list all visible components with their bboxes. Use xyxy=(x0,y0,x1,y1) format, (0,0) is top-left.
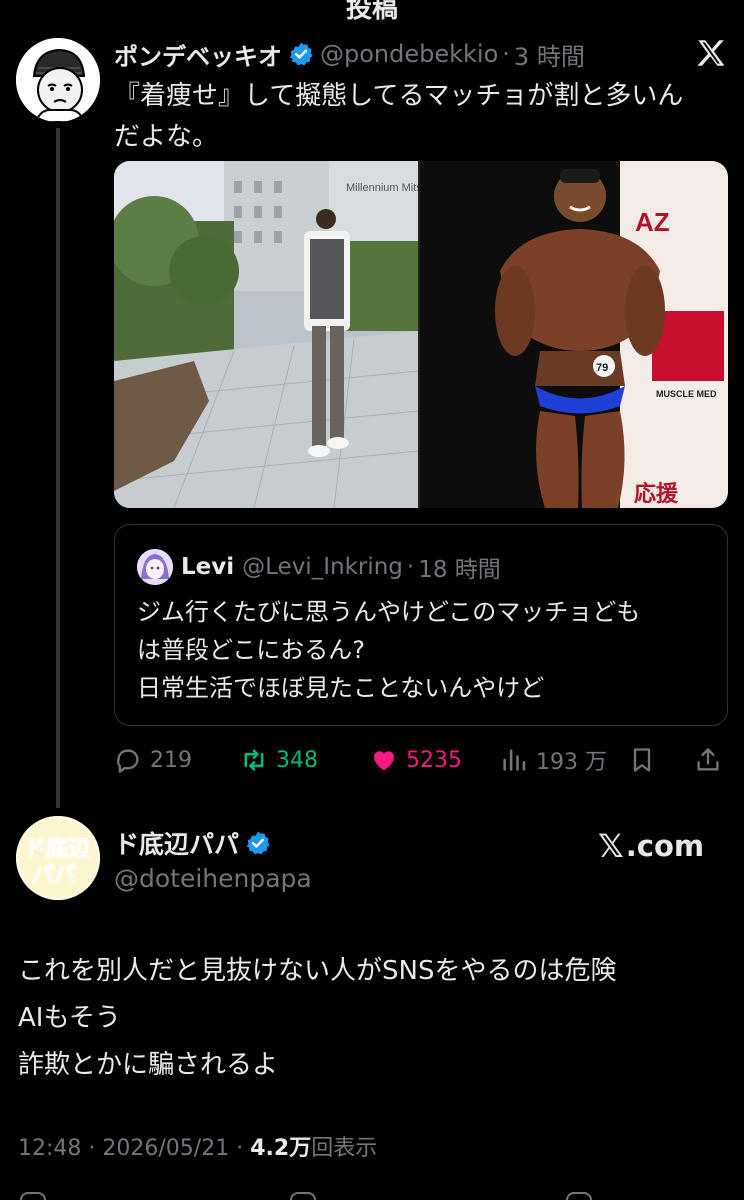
street-photo[interactable]: Millennium Mits xyxy=(114,161,418,508)
source-domain: .com xyxy=(625,829,705,863)
view-count: 193 万 xyxy=(536,750,607,775)
tweet-text: これを別人だと見抜けない人がSNSをやるのは危険 AIもそう 詐欺とかに騙される… xyxy=(18,948,730,1089)
number-badge: 79 xyxy=(596,362,608,374)
separator-dot: · xyxy=(502,40,510,68)
x-logo-icon: 𝕏 xyxy=(598,827,624,865)
handle[interactable]: @pondebekkio xyxy=(320,40,498,68)
avatar-illustration xyxy=(16,38,100,122)
x-logo-icon xyxy=(697,40,725,66)
quoted-display-name[interactable]: Levi xyxy=(181,554,234,580)
display-name[interactable]: ポンデベッキオ xyxy=(114,37,282,72)
banner-brand-top: AZ xyxy=(635,207,670,237)
cutoff-icon xyxy=(290,1192,316,1200)
tweet-text-line: 『着痩せ』して擬態してるマッチョが割と多いん xyxy=(114,81,684,111)
reply-button[interactable]: 219 xyxy=(114,740,192,780)
avatar[interactable] xyxy=(16,38,100,122)
quoted-text-line: ジム行くたびに思うんやけどこのマッチョども xyxy=(137,598,641,626)
post-time[interactable]: 12:48 xyxy=(18,1136,81,1161)
share-button[interactable] xyxy=(694,740,730,780)
quoted-tweet[interactable]: Levi @Levi_Inkring · 18 時間 ジム行くたびに思うんやけど… xyxy=(114,524,728,726)
quoted-text-line: 日常生活でほぼ見たことないんやけど xyxy=(137,674,545,702)
repost-button[interactable]: 348 xyxy=(240,740,318,780)
handle[interactable]: @doteihenpapa xyxy=(114,864,312,893)
banner-brand-bottom: 応援 xyxy=(634,481,679,507)
views-chart-icon xyxy=(503,749,526,771)
avatar[interactable]: ド底辺 パパ xyxy=(16,816,100,900)
timestamp[interactable]: 3 時間 xyxy=(514,37,585,72)
separator-dot: · xyxy=(88,1136,96,1161)
tweet-text: 『着痩せ』して擬態してるマッチョが割と多いん だよな。 xyxy=(114,76,724,158)
tweet-header: ド底辺パパ xyxy=(114,826,277,860)
page-title: 投稿 xyxy=(345,0,398,24)
source-link[interactable]: 𝕏 .com xyxy=(598,826,704,866)
avatar-text-top: ド底辺 xyxy=(24,836,90,862)
post-detail-page: 投稿 ポンデベッキオ @pondebekkio · 3 時間 『着痩せ』して擬態… xyxy=(0,0,744,1200)
bodybuilder-photo[interactable]: AZ MUSCLE MED 応援 79 xyxy=(420,161,728,508)
cutoff-icon xyxy=(20,1192,46,1200)
cutoff-icon xyxy=(566,1192,592,1200)
tweet-media[interactable]: Millennium Mits AZ MUSCLE MED 応援 79 xyxy=(114,161,728,508)
display-name[interactable]: ド底辺パパ xyxy=(114,825,239,861)
bookmark-button[interactable] xyxy=(628,740,664,780)
tweet-actions: 219 348 5235 193 万 xyxy=(114,740,728,780)
post-date[interactable]: 2026/05/21 xyxy=(102,1136,229,1161)
view-count: 4.2万 xyxy=(250,1136,312,1161)
quoted-text-line: は普段どこにおるん? xyxy=(137,636,366,664)
tweet-meta: 12:48 · 2026/05/21 · 4.2万回表示 xyxy=(18,1130,377,1162)
quoted-timestamp[interactable]: 18 時間 xyxy=(418,550,501,584)
repost-count: 348 xyxy=(276,747,318,773)
tweet-text-line: だよな。 xyxy=(114,122,219,152)
heart-icon xyxy=(374,751,394,771)
separator-dot: · xyxy=(406,554,415,580)
separator-dot: · xyxy=(236,1136,244,1161)
quoted-avatar-illustration xyxy=(137,549,173,585)
thread-connector-line xyxy=(56,128,60,808)
repost-icon xyxy=(244,749,264,771)
tweet-text-line: AIもそう xyxy=(18,1003,121,1033)
bottom-action-bar-cutoff xyxy=(0,1190,744,1200)
quoted-text: ジム行くたびに思うんやけどこのマッチョども は普段どこにおるん? 日常生活でほぼ… xyxy=(137,593,717,707)
verified-badge-icon xyxy=(246,831,270,855)
tweet-text-line: 詐欺とかに騙されるよ xyxy=(18,1050,279,1080)
quoted-avatar[interactable] xyxy=(137,549,173,585)
quoted-handle[interactable]: @Levi_Inkring xyxy=(242,554,403,580)
reply-count: 219 xyxy=(150,747,192,773)
avatar-text-bottom: パパ xyxy=(32,863,76,888)
banner-brand-mid: MUSCLE MED xyxy=(656,389,717,399)
like-button[interactable]: 5235 xyxy=(370,740,462,780)
bookmark-icon xyxy=(633,748,651,772)
avatar-illustration: ド底辺 パパ xyxy=(16,816,100,900)
views-label: 回表示 xyxy=(311,1136,378,1161)
quoted-header: Levi @Levi_Inkring · 18 時間 xyxy=(181,549,501,585)
reply-icon xyxy=(117,749,139,773)
verified-badge-icon xyxy=(289,42,313,66)
share-icon xyxy=(697,748,719,771)
tweet-header: ポンデベッキオ @pondebekkio · 3 時間 xyxy=(114,37,585,72)
like-count: 5235 xyxy=(406,747,462,773)
views-button[interactable]: 193 万 xyxy=(500,740,607,780)
building-sign: Millennium Mits xyxy=(346,182,418,194)
tweet-text-line: これを別人だと見抜けない人がSNSをやるのは危険 xyxy=(18,956,617,986)
